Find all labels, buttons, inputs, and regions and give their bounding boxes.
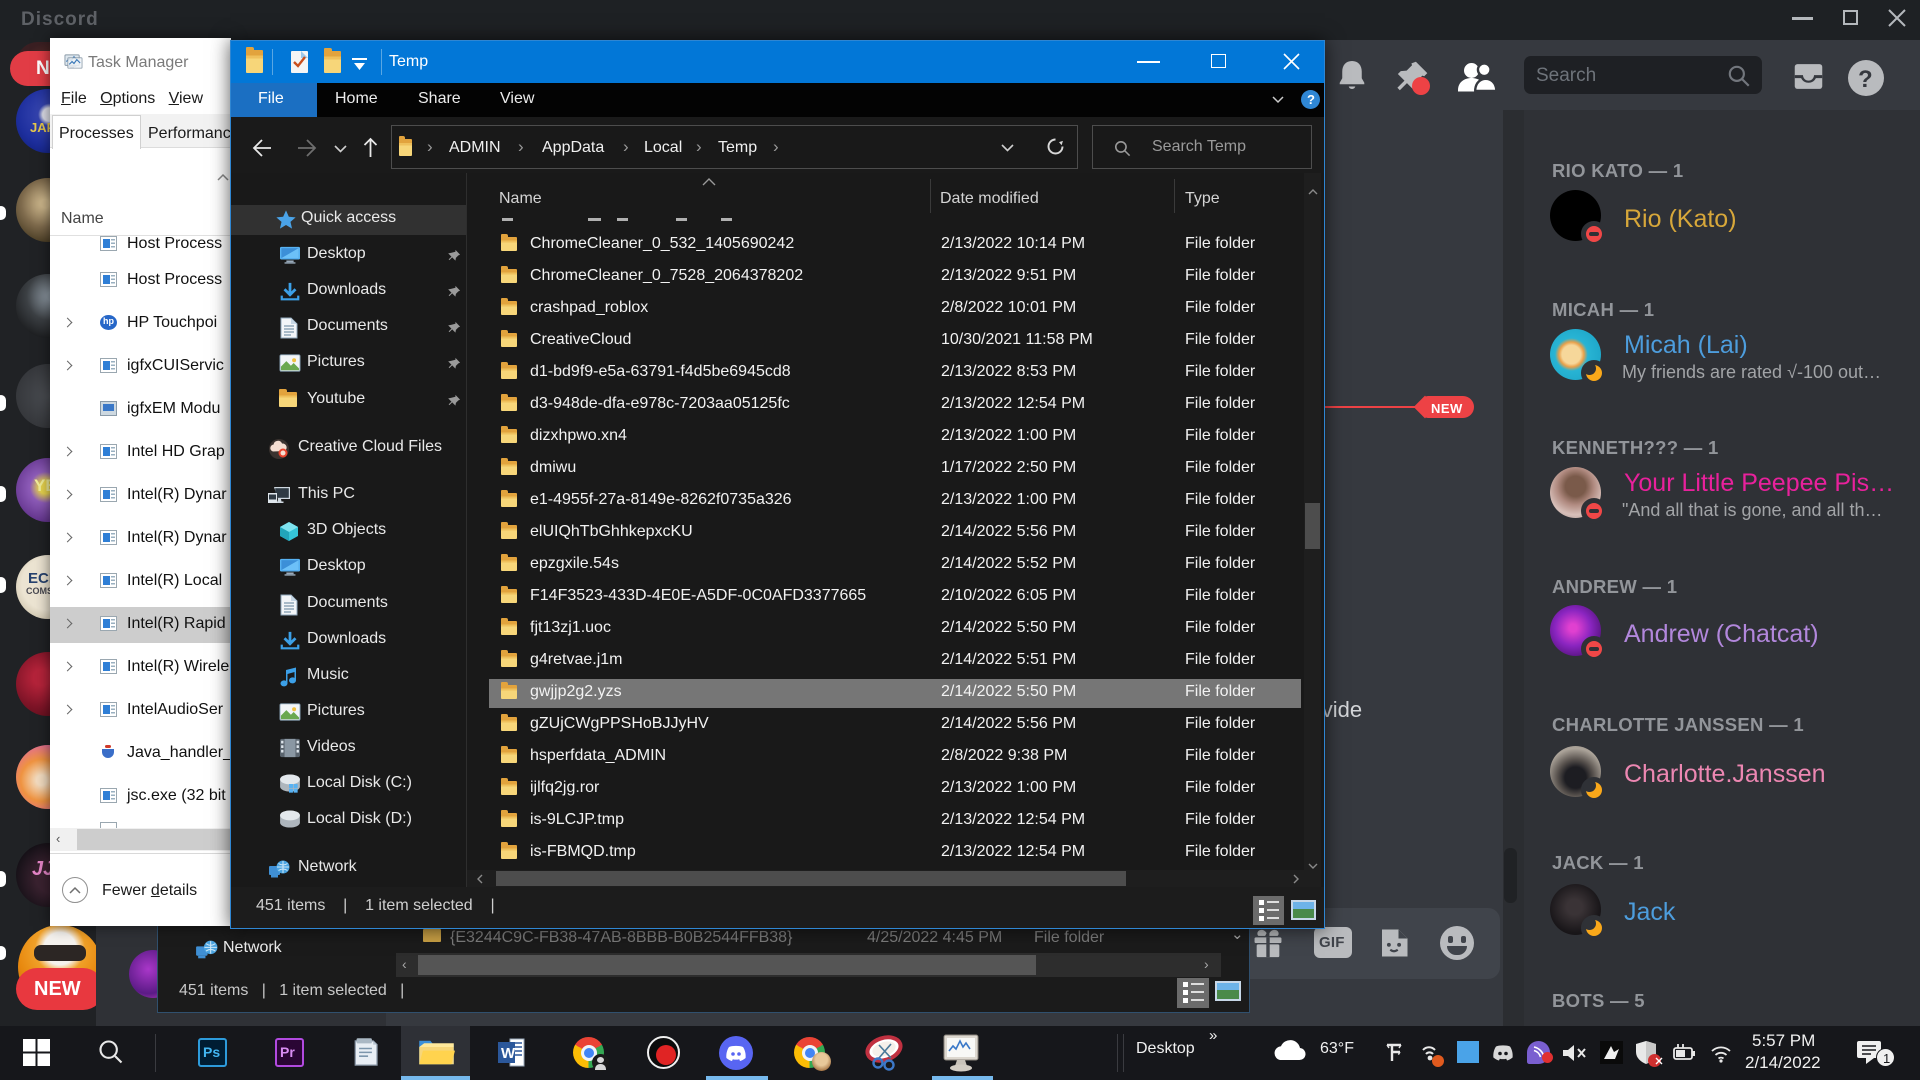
- svg-text:W: W: [501, 1045, 516, 1062]
